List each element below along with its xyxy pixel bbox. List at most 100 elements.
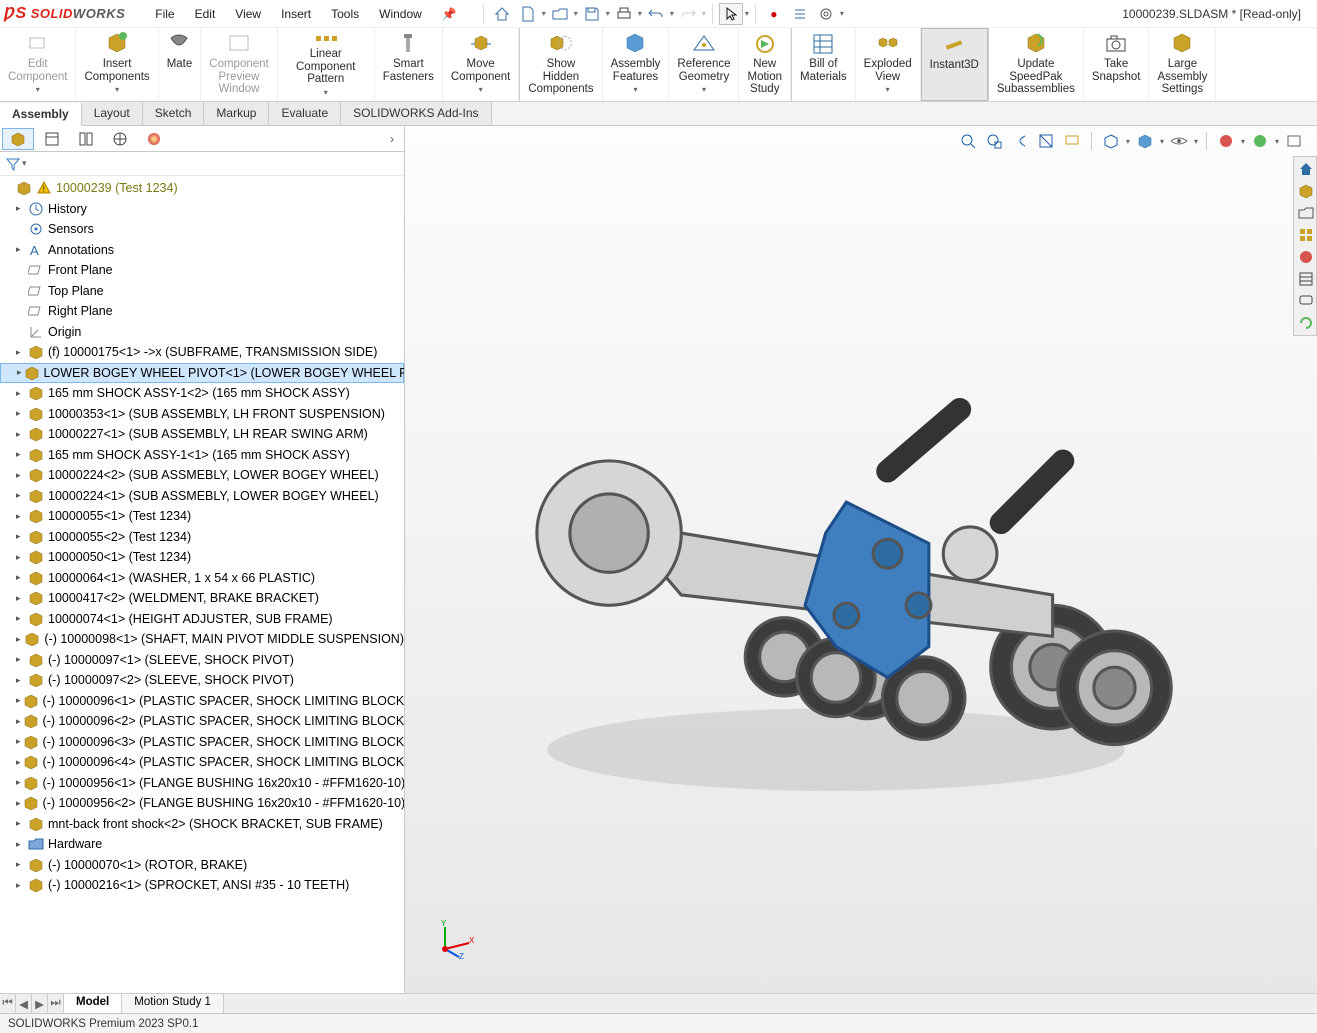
tree-component[interactable]: ▸LOWER BOGEY WHEEL PIVOT<1> (LOWER BOGEY… [0,363,404,384]
show-hidden-button[interactable]: ShowHiddenComponents [520,28,602,101]
tree-component[interactable]: ▸mnt-back front shock<2> (SHOCK BRACKET,… [0,814,404,835]
expander-icon[interactable]: ▸ [16,798,21,809]
design-library-icon[interactable] [1296,181,1316,201]
tree-folder[interactable]: ▸Hardware [0,834,404,855]
dynamic-annotation-icon[interactable] [1061,130,1083,152]
tree-sensors[interactable]: Sensors [0,219,404,240]
tree-component[interactable]: ▸165 mm SHOCK ASSY-1<2> (165 mm SHOCK AS… [0,383,404,404]
hide-show-icon[interactable] [1168,130,1190,152]
expander-icon[interactable]: ▸ [16,818,26,829]
feature-tree-tab-icon[interactable] [2,128,34,150]
zoom-fit-icon[interactable] [957,130,979,152]
expander-icon[interactable]: ▸ [16,654,26,665]
tree-component[interactable]: ▸(-) 10000096<1> (PLASTIC SPACER, SHOCK … [0,691,404,712]
open-icon[interactable] [548,3,572,25]
tree-component[interactable]: ▸(-) 10000096<3> (PLASTIC SPACER, SHOCK … [0,732,404,753]
panel-expand-icon[interactable]: › [382,132,402,146]
tree-component[interactable]: ▸10000055<2> (Test 1234) [0,527,404,548]
new-motion-study-button[interactable]: NewMotionStudy [739,28,791,101]
select-tool-icon[interactable] [719,3,743,25]
print-icon[interactable] [612,3,636,25]
view-orientation-icon[interactable] [1100,130,1122,152]
expander-icon[interactable]: ▸ [16,634,22,645]
edit-component-button[interactable]: EditComponent▾ [0,28,76,101]
tab-nav-last-icon[interactable]: ⏭ [48,994,64,1013]
tab-nav-first-icon[interactable]: ⏮ [0,994,16,1013]
tab-nav-prev-icon[interactable]: ◀ [16,994,32,1013]
edit-appearance-icon[interactable] [1215,130,1237,152]
apply-scene-icon[interactable] [1249,130,1271,152]
reload-icon[interactable] [1296,313,1316,333]
expander-icon[interactable]: ▸ [16,490,26,501]
view-tab-model[interactable]: Model [64,994,122,1013]
section-view-icon[interactable] [1035,130,1057,152]
expander-icon[interactable]: ▸ [16,408,26,419]
expander-icon[interactable]: ▸ [16,593,26,604]
expander-icon[interactable]: ▸ [16,859,26,870]
tab-solidworks-add-ins[interactable]: SOLIDWORKS Add-Ins [341,102,491,125]
tree-component[interactable]: ▸165 mm SHOCK ASSY-1<1> (165 mm SHOCK AS… [0,445,404,466]
mate-button[interactable]: Mate [159,28,202,101]
zoom-area-icon[interactable] [983,130,1005,152]
redo-icon[interactable] [676,3,700,25]
tree-component[interactable]: ▸10000050<1> (Test 1234) [0,547,404,568]
move-component-button[interactable]: MoveComponent▾ [443,28,519,101]
tree-component[interactable]: ▸10000417<2> (WELDMENT, BRAKE BRACKET) [0,588,404,609]
update-speedpak-button[interactable]: UpdateSpeedPakSubassemblies [989,28,1084,101]
smart-fasteners-button[interactable]: SmartFasteners [375,28,443,101]
custom-props-icon[interactable] [1296,269,1316,289]
expander-icon[interactable]: ▸ [16,449,26,460]
undo-icon[interactable] [644,3,668,25]
menu-file[interactable]: File [145,3,184,25]
menu-window[interactable]: Window [369,3,432,25]
exploded-view-button[interactable]: ExplodedView▾ [856,28,921,101]
take-snapshot-button[interactable]: TakeSnapshot [1084,28,1150,101]
options-list-icon[interactable] [788,3,812,25]
expander-icon[interactable]: ▸ [16,244,26,255]
configuration-tab-icon[interactable] [70,128,102,150]
expander-icon[interactable]: ▸ [16,613,26,624]
home-icon[interactable] [490,3,514,25]
tree-component[interactable]: ▸10000055<1> (Test 1234) [0,506,404,527]
expander-icon[interactable]: ▸ [16,675,26,686]
tree-component[interactable]: ▸(-) 10000070<1> (ROTOR, BRAKE) [0,855,404,876]
tree-component[interactable]: ▸10000074<1> (HEIGHT ADJUSTER, SUB FRAME… [0,609,404,630]
tree-component[interactable]: ▸(-) 10000956<2> (FLANGE BUSHING 16x20x1… [0,793,404,814]
menu-view[interactable]: View [225,3,271,25]
expander-icon[interactable]: ▸ [17,367,22,378]
expander-icon[interactable]: ▸ [16,511,26,522]
new-icon[interactable] [516,3,540,25]
linear-pattern-button[interactable]: Linear ComponentPattern▾ [278,28,375,101]
file-explorer-icon[interactable] [1296,203,1316,223]
tree-component[interactable]: ▸(-) 10000216<1> (SPROCKET, ANSI #35 - 1… [0,875,404,896]
tab-evaluate[interactable]: Evaluate [269,102,341,125]
tree-component[interactable]: ▸(f) 10000175<1> ->x (SUBFRAME, TRANSMIS… [0,342,404,363]
tree-component[interactable]: ▸10000064<1> (WASHER, 1 x 54 x 66 PLASTI… [0,568,404,589]
rebuild-icon[interactable]: ● [762,3,786,25]
expander-icon[interactable]: ▸ [16,531,26,542]
tree-component[interactable]: ▸(-) 10000096<2> (PLASTIC SPACER, SHOCK … [0,711,404,732]
menu-edit[interactable]: Edit [185,3,226,25]
tree-annotations[interactable]: ▸AAnnotations [0,240,404,261]
insert-components-button[interactable]: InsertComponents▾ [76,28,158,101]
appearances-icon[interactable] [1296,247,1316,267]
bom-button[interactable]: Bill ofMaterials [792,28,856,101]
expander-icon[interactable]: ▸ [16,470,26,481]
previous-view-icon[interactable] [1009,130,1031,152]
instant3d-button[interactable]: Instant3D [921,28,988,101]
tree-right-plane[interactable]: Right Plane [0,301,404,322]
save-icon[interactable] [580,3,604,25]
tab-nav-next-icon[interactable]: ▶ [32,994,48,1013]
tree-front-plane[interactable]: Front Plane [0,260,404,281]
large-assembly-button[interactable]: LargeAssemblySettings [1149,28,1216,101]
tree-component[interactable]: ▸(-) 10000098<1> (SHAFT, MAIN PIVOT MIDD… [0,629,404,650]
reference-geometry-button[interactable]: ReferenceGeometry▾ [669,28,739,101]
tree-component[interactable]: ▸(-) 10000096<4> (PLASTIC SPACER, SHOCK … [0,752,404,773]
expander-icon[interactable]: ▸ [16,552,26,563]
tree-component[interactable]: ▸(-) 10000097<2> (SLEEVE, SHOCK PIVOT) [0,670,404,691]
expander-icon[interactable]: ▸ [16,777,21,788]
tree-component[interactable]: ▸(-) 10000097<1> (SLEEVE, SHOCK PIVOT) [0,650,404,671]
menu-tools[interactable]: Tools [321,3,369,25]
view-palette-icon[interactable] [1296,225,1316,245]
display-style-icon[interactable] [1134,130,1156,152]
